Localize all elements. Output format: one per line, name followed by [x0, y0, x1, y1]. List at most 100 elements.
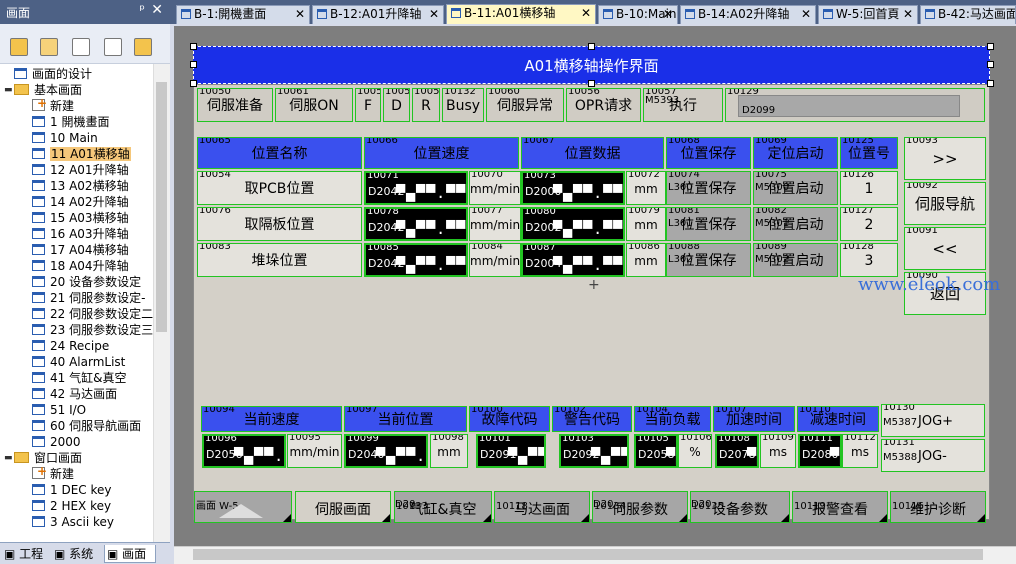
doc-tab[interactable]: B-42:马达画面 — [920, 5, 1016, 24]
save-position-button[interactable]: 10074 位置保存 L300 — [666, 171, 751, 205]
tree-group-basic[interactable]: 基本画面 — [14, 82, 82, 98]
tree-item-screen[interactable]: 24 Recipe — [32, 338, 109, 354]
tab-screen[interactable]: ▣ 画面 — [104, 545, 156, 563]
tree-item-screen[interactable]: 40 AlarmList — [32, 354, 125, 370]
delete-screen-icon[interactable] — [40, 38, 58, 56]
speed-input[interactable]: 10085D2042▀▄▀▀.▀▀▀ — [364, 243, 468, 277]
tree-item-screen[interactable]: 新建 — [32, 95, 74, 114]
monitor-value[interactable]: 10105D2058▀▄▀▀.▀▀▀ — [634, 434, 678, 468]
tree-item-window[interactable]: 新建 — [32, 463, 74, 482]
tree-item-screen[interactable]: 51 I/O — [32, 402, 86, 418]
tab-system[interactable]: ▣ 系统 — [52, 545, 93, 563]
tree-item-screen[interactable]: 13 A02横移轴 — [32, 178, 129, 194]
doc-tab[interactable]: B-11:A01横移轴 ✕ — [446, 4, 596, 24]
tree-item-screen[interactable]: 22 伺服参数设定二 — [32, 306, 153, 322]
save-position-button[interactable]: 10081 位置保存 L301 — [666, 207, 751, 241]
tree-scroll-thumb[interactable] — [156, 82, 167, 332]
tree-item-screen[interactable]: 23 伺服参数设定三 — [32, 322, 153, 338]
bottom-nav-button[interactable]: 10133 D20 气缸&真空 — [394, 491, 492, 523]
collapse-icon[interactable]: ▬ — [4, 453, 13, 463]
close-tab-icon[interactable]: ✕ — [581, 5, 591, 22]
speed-input[interactable]: 10071D2042▀▄▀▀.▀▀▀ — [364, 171, 468, 205]
start-position-button[interactable]: 10089 位置启动 M5302 — [753, 243, 838, 277]
hmi-title[interactable]: A01横移轴操作界面 — [193, 46, 990, 84]
save-position-button[interactable]: 10088 位置保存 L302 — [666, 243, 751, 277]
list-icon[interactable] — [104, 38, 122, 56]
monitor-value[interactable]: 10096D2056▀▄▀▀.▀▀▀ — [202, 434, 286, 468]
resize-handle[interactable] — [190, 80, 197, 87]
close-icon[interactable]: ✕ — [151, 2, 163, 18]
doc-tab[interactable]: B-10:Main ✕ — [598, 5, 678, 24]
resize-handle[interactable] — [588, 80, 595, 87]
position-input[interactable]: 10073D2000▀▄▀▀.▀▀▀ — [521, 171, 625, 205]
bottom-nav-button[interactable]: 10116 维护诊断 — [890, 491, 986, 523]
monitor-value[interactable]: 10099D2040▀▄▀▀.▀▀▀ — [344, 434, 428, 468]
tree-item-design[interactable]: 画面的设计 — [14, 66, 92, 82]
warning-icon[interactable] — [134, 38, 152, 56]
tree-item-screen[interactable]: 20 设备参数设定 — [32, 274, 141, 290]
collapse-icon[interactable]: ▬ — [4, 85, 13, 95]
object-id: 10066 — [366, 137, 398, 146]
object-id: 10091 — [906, 227, 938, 236]
pin-icon[interactable]: ᵖ — [139, 3, 145, 18]
tree-item-screen[interactable]: 10 Main — [32, 130, 98, 146]
screen-properties-icon[interactable] — [72, 38, 90, 56]
close-tab-icon[interactable]: ✕ — [903, 6, 913, 23]
tree-item-screen[interactable]: 11 A01横移轴 — [32, 146, 131, 162]
canvas-h-scroll-thumb[interactable] — [193, 549, 983, 560]
resize-handle[interactable] — [190, 61, 197, 68]
speed-input[interactable]: 10078D2042▀▄▀▀.▀▀▀ — [364, 207, 468, 241]
resize-handle[interactable] — [987, 43, 994, 50]
tree-item-screen[interactable]: 41 气缸&真空 — [32, 370, 126, 386]
doc-tab[interactable]: B-14:A02升降轴 ✕ — [680, 5, 816, 24]
tree-item-screen[interactable]: 12 A01升降轴 — [32, 162, 129, 178]
nav-button[interactable]: 10092 伺服导航 — [904, 182, 986, 225]
resize-handle[interactable] — [588, 43, 595, 50]
tree-item-screen[interactable]: 14 A02升降轴 — [32, 194, 129, 210]
bottom-nav-button[interactable]: 伺服画面 — [295, 491, 391, 523]
tree-item-window[interactable]: 3 Ascii key — [32, 514, 114, 530]
tree-item-screen[interactable]: 42 马达画面 — [32, 386, 117, 402]
tree-item-screen[interactable]: 21 伺服参数设定- — [32, 290, 145, 306]
tab-project[interactable]: ▣ 工程 — [2, 545, 43, 563]
start-position-button[interactable]: 10075 位置启动 M5300 — [753, 171, 838, 205]
open-folder-icon[interactable] — [10, 38, 28, 56]
close-tab-icon[interactable]: ✕ — [295, 6, 305, 23]
start-position-button[interactable]: 10082 位置启动 M5301 — [753, 207, 838, 241]
bottom-nav-button[interactable]: 10134 D20 伺服参数 — [592, 491, 688, 523]
nav-button[interactable]: 10091 << — [904, 227, 986, 270]
monitor-value[interactable]: 10108D2078▀▄▀▀.▀▀▀ — [715, 434, 759, 468]
tree-item-screen[interactable]: 16 A03升降轴 — [32, 226, 129, 242]
close-tab-icon[interactable]: ✕ — [663, 6, 673, 23]
monitor-value[interactable]: 10101D2091▀▄▀▀.▀▀▀ — [476, 434, 546, 468]
doc-tab[interactable]: B-12:A01升降轴 ✕ — [312, 5, 444, 24]
tree-item-screen[interactable]: 17 A04横移轴 — [32, 242, 129, 258]
position-input[interactable]: 10080D2002▀▄▀▀.▀▀▀ — [521, 207, 625, 241]
close-tab-icon[interactable]: ✕ — [801, 6, 811, 23]
status-value-display[interactable]: 10129 D2099 — [725, 88, 985, 122]
bottom-nav-button[interactable]: 10135 D20 设备参数 — [690, 491, 790, 523]
doc-tab[interactable]: B-1:開機畫面 ✕ — [176, 5, 310, 24]
tree-item-window[interactable]: 2 HEX key — [32, 498, 111, 514]
tree-item-window[interactable]: 1 DEC key — [32, 482, 111, 498]
tree-group-window[interactable]: 窗口画面 — [14, 450, 82, 466]
monitor-value[interactable]: 10103D2092▀▄▀▀.▀▀▀ — [559, 434, 629, 468]
jog-button[interactable]: 10131 M5388 JOG- — [881, 439, 985, 472]
bottom-nav-button[interactable]: 10119 报警查看 — [792, 491, 888, 523]
bottom-nav-button[interactable]: 10118 马达画面 — [494, 491, 590, 523]
tree-item-screen[interactable]: 15 A03横移轴 — [32, 210, 129, 226]
tree-item-screen[interactable]: 18 A04升降轴 — [32, 258, 129, 274]
nav-button[interactable]: 10093 >> — [904, 137, 986, 180]
tree-item-screen[interactable]: 1 開機畫面 — [32, 114, 109, 130]
jog-button[interactable]: 10130 M5387 JOG+ — [881, 404, 985, 437]
resize-handle[interactable] — [987, 80, 994, 87]
position-input[interactable]: 10087D2004▀▄▀▀.▀▀▀ — [521, 243, 625, 277]
resize-handle[interactable] — [190, 43, 197, 50]
doc-tab[interactable]: W-5:回首頁 ✕ — [818, 5, 918, 24]
resize-handle[interactable] — [987, 61, 994, 68]
tree-item-screen[interactable]: 2000 — [32, 434, 81, 450]
close-tab-icon[interactable]: ✕ — [429, 6, 439, 23]
bottom-nav-button[interactable]: 画面 W-5 — [194, 491, 292, 523]
monitor-value[interactable]: 10111D2080▀▄▀▀.▀▀▀ — [798, 434, 842, 468]
tree-item-screen[interactable]: 60 伺服导航画面 — [32, 418, 141, 434]
